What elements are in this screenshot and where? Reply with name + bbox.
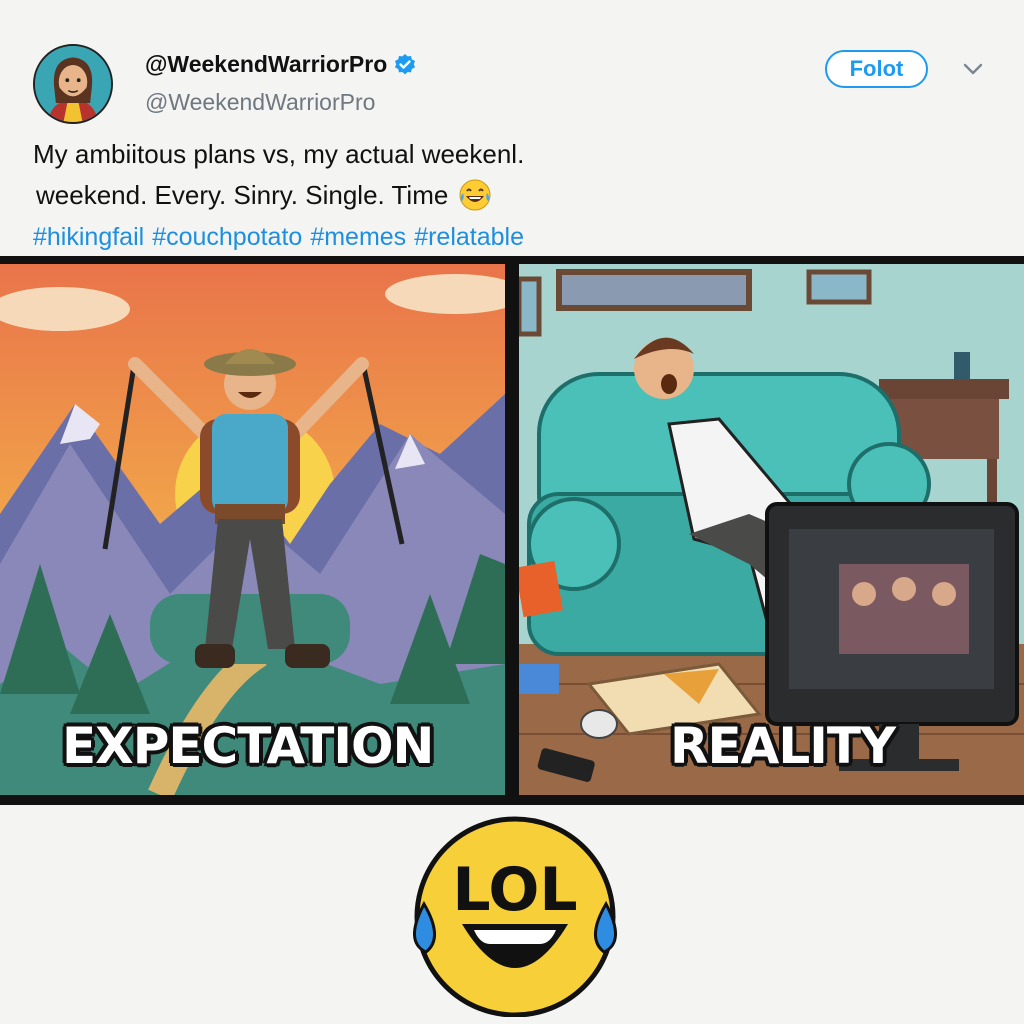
user-avatar[interactable] (33, 44, 113, 124)
hashtag-link[interactable]: #hikingfail (33, 223, 144, 252)
hashtag-link[interactable]: #couchpotato (152, 223, 302, 252)
display-name[interactable]: @WeekendWarriorPro (145, 51, 417, 78)
reality-panel: REALITY (519, 264, 1024, 795)
lol-text: LOL (452, 855, 577, 925)
post-text-line-2: weekend. Every. Sinry. Single. Time (36, 178, 492, 212)
lol-reaction: LOL (410, 812, 620, 1017)
verified-badge-icon (395, 53, 416, 74)
lol-laughing-emoji-icon: LOL (413, 816, 617, 1017)
hashtag-link[interactable]: #memes (310, 223, 406, 252)
laughing-tears-emoji-icon (459, 179, 491, 211)
hashtag-list: #hikingfail #couchpotato #memes #relatab… (33, 223, 524, 252)
chevron-down-icon[interactable] (962, 60, 984, 78)
post-text-line-2-text: weekend. Every. Sinry. Single. Time (36, 179, 449, 210)
couch-potato-illustration (519, 264, 1024, 795)
user-handle[interactable]: @WeekendWarriorPro (145, 89, 375, 116)
hashtag-link[interactable]: #relatable (414, 223, 524, 252)
hiker-on-mountain-illustration (0, 264, 505, 795)
reality-caption: REALITY (670, 717, 896, 775)
expectation-caption: EXPECTATION (62, 717, 434, 775)
follow-button[interactable]: Folot (825, 50, 928, 88)
avatar-portrait (35, 46, 111, 122)
display-name-text: @WeekendWarriorPro (145, 51, 388, 77)
meme-image[interactable]: EXPECTATION REALITY (0, 256, 1024, 805)
expectation-panel: EXPECTATION (0, 264, 505, 795)
post-text-line-1: My ambiitous plans vs, my actual weekenl… (33, 139, 525, 169)
